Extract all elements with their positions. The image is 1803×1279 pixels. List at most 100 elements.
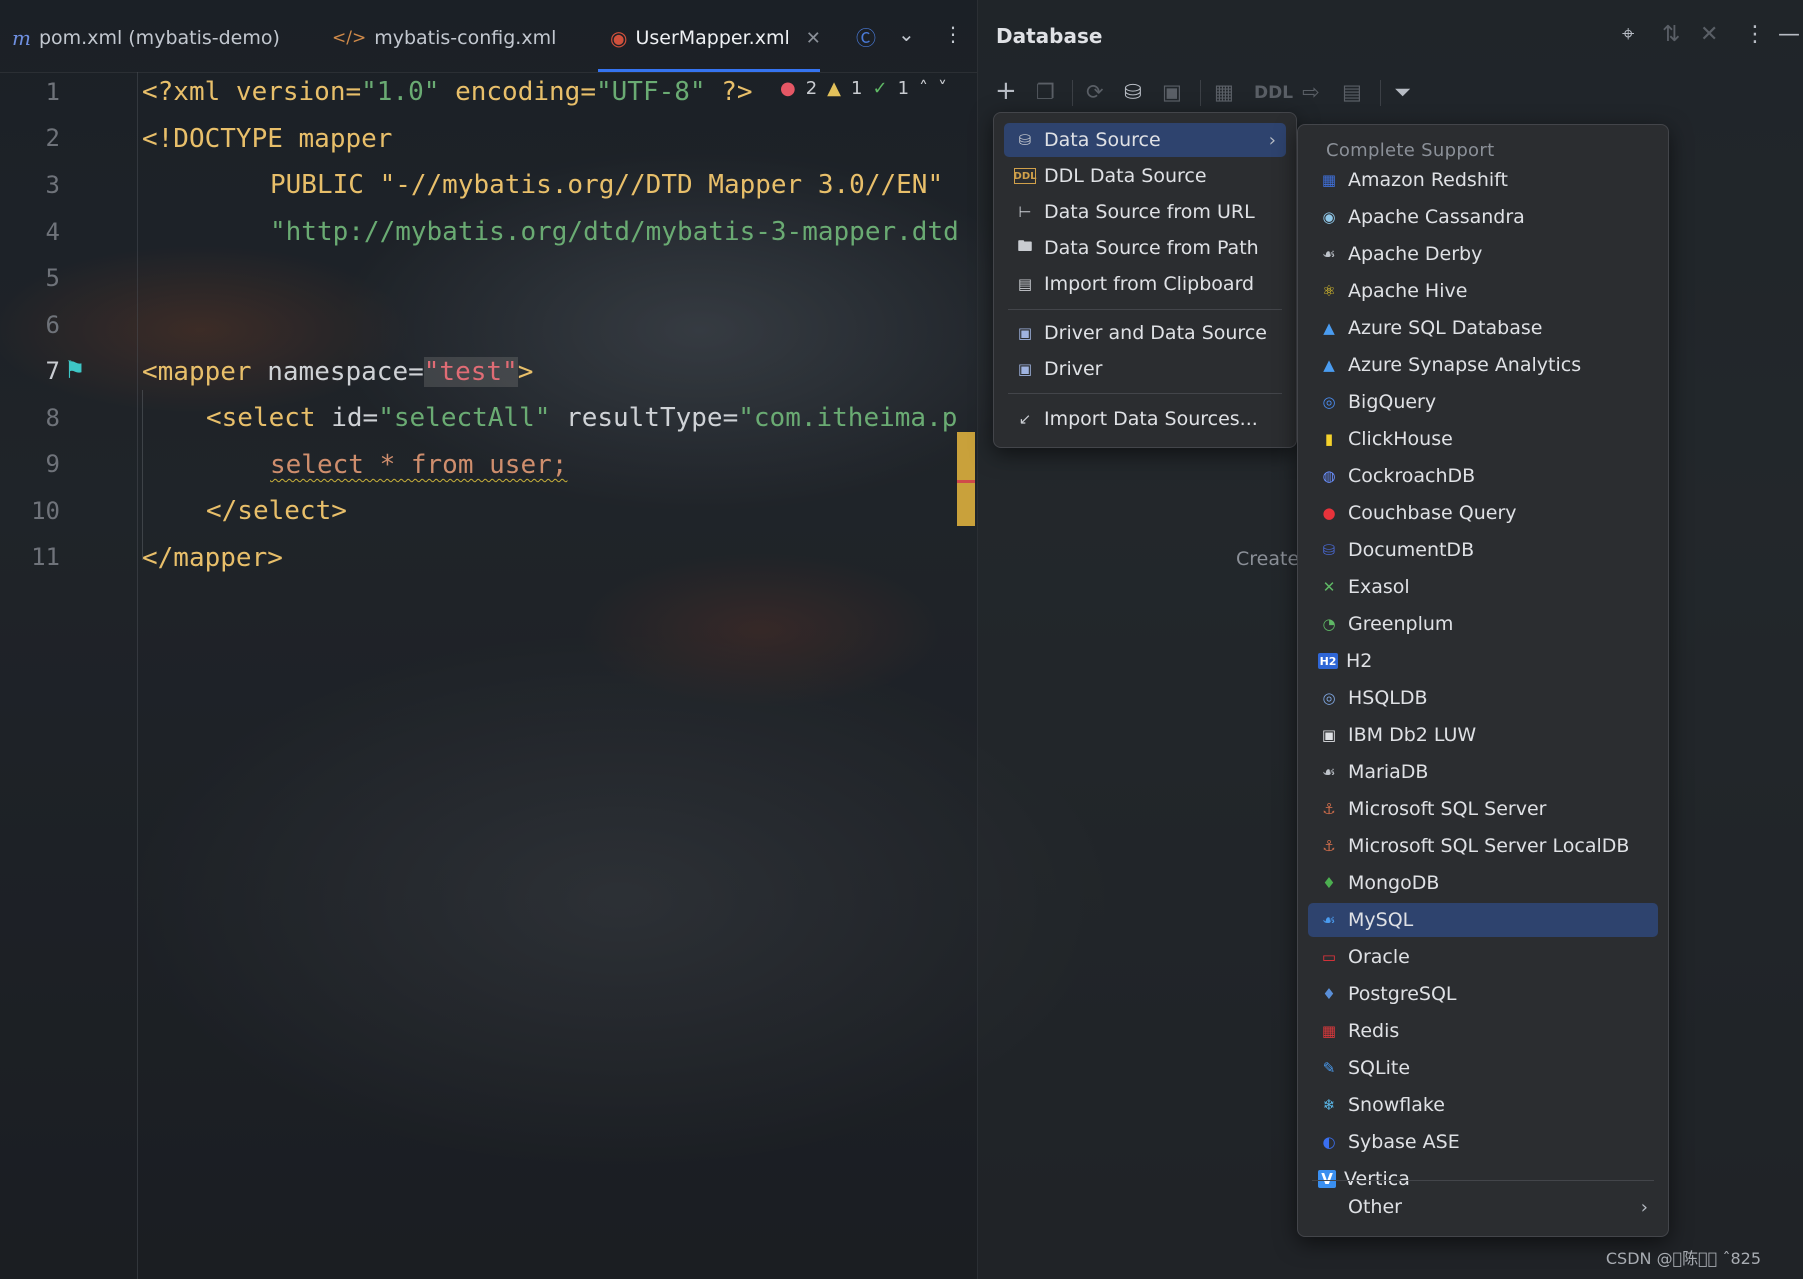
more-vertical-icon[interactable]: ⋮ bbox=[943, 22, 963, 46]
code-line-8[interactable]: <select id="selectAll" resultType="com.i… bbox=[206, 402, 957, 434]
code-line-9[interactable]: select * from user; bbox=[270, 449, 567, 481]
menu-item-amazon-redshift[interactable]: ▦ Amazon Redshift bbox=[1308, 163, 1658, 197]
menu-item-microsoft-sql-server[interactable]: ⚓ Microsoft SQL Server bbox=[1308, 792, 1658, 826]
code-line-7[interactable]: <mapper namespace="test"> bbox=[142, 356, 533, 388]
editor-icon[interactable]: ▤ bbox=[1342, 80, 1362, 104]
jump-to-console-icon[interactable]: ▣ bbox=[1162, 80, 1182, 104]
navigate-icon[interactable]: ⇨ bbox=[1302, 80, 1320, 104]
menu-item-import-from-clipboard[interactable]: ▤ Import from Clipboard bbox=[1004, 267, 1286, 301]
menu-item-data-source[interactable]: ⛁ Data Source › bbox=[1004, 123, 1286, 157]
menu-item-import-data-sources[interactable]: ↙ Import Data Sources... bbox=[1004, 402, 1286, 436]
menu-item-label: BigQuery bbox=[1348, 391, 1437, 413]
driver-icon: ▣ bbox=[1017, 360, 1033, 378]
menu-item-microsoft-sql-server-localdb[interactable]: ⚓ Microsoft SQL Server LocalDB bbox=[1308, 829, 1658, 863]
chevron-down-icon[interactable]: ⌄ bbox=[898, 22, 915, 46]
menu-item-label: Sybase ASE bbox=[1348, 1131, 1460, 1153]
menu-item-ibm-db2-luw[interactable]: ▣ IBM Db2 LUW bbox=[1308, 718, 1658, 752]
sqlite-icon: ✎ bbox=[1322, 1059, 1336, 1077]
target-icon[interactable]: ⌖ bbox=[1622, 22, 1634, 47]
menu-item-oracle[interactable]: ▭ Oracle bbox=[1308, 940, 1658, 974]
line-number: 8 bbox=[45, 404, 60, 432]
code-line-4[interactable]: "http://mybatis.org/dtd/mybatis-3-mapper… bbox=[270, 216, 959, 248]
expand-icon[interactable]: ⇅ bbox=[1662, 22, 1680, 47]
menu-item-apache-cassandra[interactable]: ◉ Apache Cassandra bbox=[1308, 200, 1658, 234]
menu-item-sqlite[interactable]: ✎ SQLite bbox=[1308, 1051, 1658, 1085]
code-line-2[interactable]: <!DOCTYPE mapper bbox=[142, 123, 392, 155]
close-icon[interactable]: ✕ bbox=[806, 28, 821, 49]
tab-label: mybatis-config.xml bbox=[374, 27, 557, 49]
toolbar-separator bbox=[1200, 80, 1201, 106]
menu-item-azure-sql-database[interactable]: ▲ Azure SQL Database bbox=[1308, 311, 1658, 345]
code-line-10[interactable]: </select> bbox=[206, 495, 347, 527]
copy-icon[interactable]: ❐ bbox=[1036, 80, 1055, 104]
scrollbar-warning-marker[interactable] bbox=[957, 432, 975, 526]
typo-check-icon: ✓ bbox=[872, 78, 888, 99]
collapse-icon[interactable]: ✕ bbox=[1700, 22, 1718, 47]
azure-synapse-analytics-icon: ▲ bbox=[1323, 356, 1335, 374]
menu-item-cockroachdb[interactable]: ◍ CockroachDB bbox=[1308, 459, 1658, 493]
mybatis-gutter-icon[interactable]: ⚑ bbox=[64, 356, 86, 384]
menu-item-label: Microsoft SQL Server bbox=[1348, 798, 1547, 820]
menu-item-couchbase-query[interactable]: ● Couchbase Query bbox=[1308, 496, 1658, 530]
xml-icon: </> bbox=[332, 28, 367, 48]
ddl-button[interactable]: DDL bbox=[1254, 83, 1293, 103]
tab-pom-xml[interactable]: m pom.xml (mybatis-demo) bbox=[12, 22, 280, 54]
chevron-down-icon[interactable]: ˅ bbox=[938, 78, 947, 99]
menu-item-bigquery[interactable]: ◎ BigQuery bbox=[1308, 385, 1658, 419]
code-line-11[interactable]: </mapper> bbox=[142, 542, 283, 574]
menu-item-other[interactable]: Other › bbox=[1308, 1190, 1658, 1224]
menu-item-azure-synapse-analytics[interactable]: ▲ Azure Synapse Analytics bbox=[1308, 348, 1658, 382]
refresh-icon[interactable]: ⟳ bbox=[1086, 80, 1104, 104]
inspection-widget[interactable]: ● 2 ▲ 1 ✓ 1 ˄ ˅ bbox=[780, 78, 947, 99]
menu-item-label: Greenplum bbox=[1348, 613, 1454, 635]
redis-icon: ▦ bbox=[1321, 1022, 1337, 1040]
menu-item-clickhouse[interactable]: ▮ ClickHouse bbox=[1308, 422, 1658, 456]
watermark: CSDN @ 陈   ˆ825 bbox=[1605, 1249, 1761, 1268]
add-icon[interactable]: + bbox=[995, 76, 1017, 106]
menu-item-label: Azure SQL Database bbox=[1348, 317, 1543, 339]
snowflake-icon: ❄ bbox=[1322, 1096, 1336, 1114]
code-token: <mapper bbox=[142, 357, 252, 387]
menu-item-driver[interactable]: ▣ Driver bbox=[1004, 352, 1286, 386]
more-vertical-icon[interactable]: ⋮ bbox=[1744, 22, 1766, 47]
menu-item-h2[interactable]: H2 H2 bbox=[1308, 644, 1658, 678]
menu-item-documentdb[interactable]: ⛁ DocumentDB bbox=[1308, 533, 1658, 567]
menu-item-exasol[interactable]: ✕ Exasol bbox=[1308, 570, 1658, 604]
menu-item-greenplum[interactable]: ◔ Greenplum bbox=[1308, 607, 1658, 641]
menu-item-driver-and-data-source[interactable]: ▣ Driver and Data Source bbox=[1004, 316, 1286, 350]
menu-item-label: IBM Db2 LUW bbox=[1348, 724, 1477, 746]
code-line-1[interactable]: <?xml version="1.0" encoding="UTF-8" ?> bbox=[142, 76, 753, 108]
menu-item-hsqldb[interactable]: ◎ HSQLDB bbox=[1308, 681, 1658, 715]
menu-item-data-source-from-path[interactable]: 🖿 Data Source from Path bbox=[1004, 231, 1286, 265]
menu-item-mongodb[interactable]: ♦ MongoDB bbox=[1308, 866, 1658, 900]
menu-item-label: Apache Cassandra bbox=[1348, 206, 1525, 228]
menu-item-label: Exasol bbox=[1348, 576, 1410, 598]
menu-item-postgresql[interactable]: ♦ PostgreSQL bbox=[1308, 977, 1658, 1011]
menu-item-redis[interactable]: ▦ Redis bbox=[1308, 1014, 1658, 1048]
menu-item-mysql[interactable]: ☙ MySQL bbox=[1308, 903, 1658, 937]
menu-item-snowflake[interactable]: ❄ Snowflake bbox=[1308, 1088, 1658, 1122]
scrollbar-error-marker[interactable] bbox=[957, 480, 975, 483]
chevron-right-icon: › bbox=[1640, 1196, 1648, 1218]
minimize-icon[interactable]: — bbox=[1778, 22, 1800, 47]
code-line-3[interactable]: PUBLIC "-//mybatis.org//DTD Mapper 3.0//… bbox=[270, 169, 943, 201]
tab-user-mapper[interactable]: ◉ UserMapper.xml ✕ bbox=[610, 22, 821, 54]
menu-item-sybase-ase[interactable]: ◐ Sybase ASE bbox=[1308, 1125, 1658, 1159]
menu-item-label: Oracle bbox=[1348, 946, 1410, 968]
tab-mybatis-config[interactable]: </> mybatis-config.xml bbox=[332, 22, 556, 54]
menu-item-apache-hive[interactable]: ⚛ Apache Hive bbox=[1308, 274, 1658, 308]
panel-divider[interactable] bbox=[977, 0, 978, 1279]
menu-item-ddl-data-source[interactable]: DDL DDL Data Source bbox=[1004, 159, 1286, 193]
table-icon[interactable]: ▦ bbox=[1214, 80, 1234, 104]
menu-item-mariadb[interactable]: ☙ MariaDB bbox=[1308, 755, 1658, 789]
cockroachdb-icon: ◍ bbox=[1322, 467, 1336, 485]
submenu-header: Complete Support bbox=[1326, 140, 1495, 161]
class-icon[interactable]: Ⓒ bbox=[856, 22, 876, 51]
menu-item-data-source-from-url[interactable]: ⊢ Data Source from URL bbox=[1004, 195, 1286, 229]
error-count: 2 bbox=[805, 78, 818, 99]
active-tab-indicator bbox=[598, 69, 820, 72]
chevron-up-icon[interactable]: ˄ bbox=[919, 78, 928, 99]
data-source-properties-icon[interactable]: ⛁ bbox=[1124, 80, 1142, 104]
menu-item-apache-derby[interactable]: ☙ Apache Derby bbox=[1308, 237, 1658, 271]
filter-icon[interactable]: ⏷ bbox=[1394, 80, 1411, 105]
